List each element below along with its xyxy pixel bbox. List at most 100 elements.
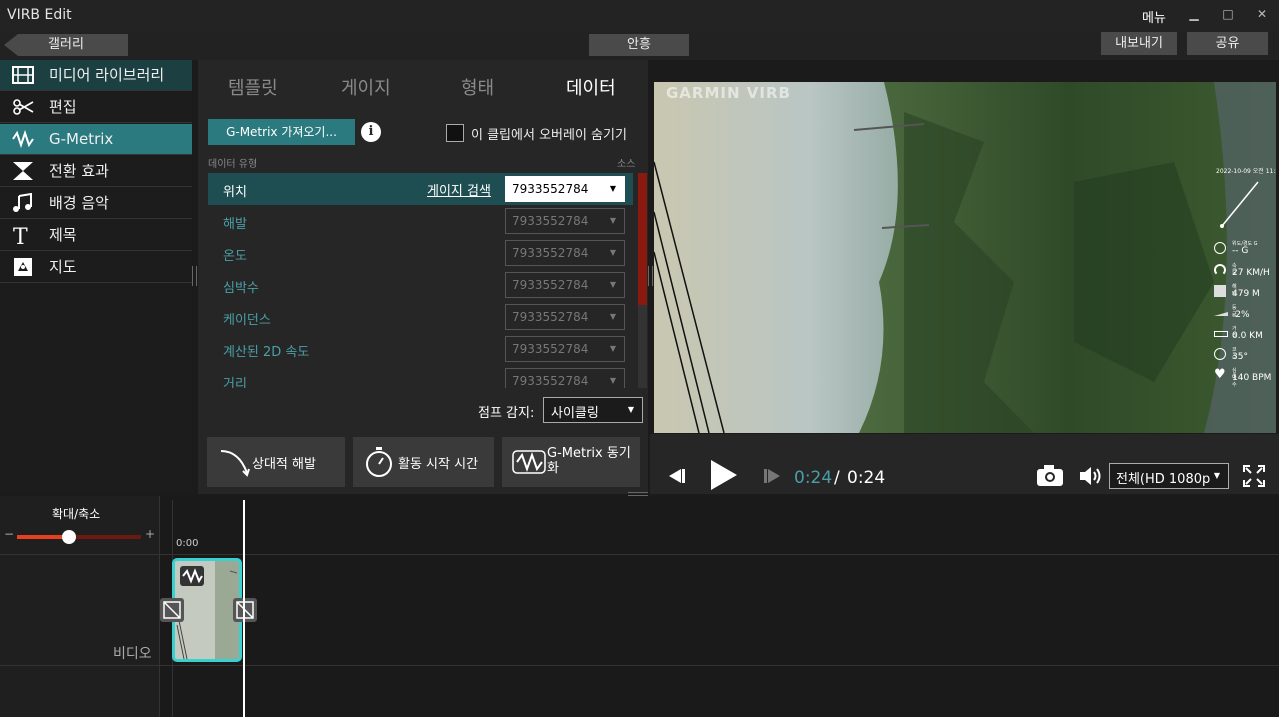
- list-item[interactable]: 케이던스 7933552784 ▼: [208, 301, 633, 333]
- source-dropdown[interactable]: 7933552784 ▼: [505, 176, 625, 202]
- scissors-icon: [11, 97, 35, 117]
- current-time: 0:24: [794, 468, 833, 488]
- menu-button[interactable]: 메뉴: [1142, 7, 1166, 26]
- sidebar-item-music[interactable]: 배경 음악: [0, 188, 192, 219]
- tab-templates[interactable]: 템플릿: [228, 74, 278, 100]
- sidebar-item-label: 지도: [49, 258, 77, 276]
- speedometer-icon: [1214, 264, 1226, 276]
- sidebar-item-edit[interactable]: 편집: [0, 92, 192, 123]
- time-marker: 0:00: [176, 538, 199, 549]
- list-item[interactable]: 온도 7933552784 ▼: [208, 237, 633, 269]
- jump-detect-label: 점프 감지:: [478, 406, 535, 421]
- sidebar-item-title[interactable]: T 제목: [0, 220, 192, 251]
- gmetrix-sync-button[interactable]: G-Metrix 동기 화: [502, 437, 640, 487]
- gmetrix-import-button[interactable]: G-Metrix 가져오기...: [208, 119, 355, 145]
- tab-gauges[interactable]: 게이지: [341, 74, 391, 100]
- source-dropdown[interactable]: 7933552784 ▼: [505, 272, 625, 298]
- data-type-name: 거리: [223, 377, 247, 388]
- clip-transition-out-icon[interactable]: [233, 598, 257, 622]
- slope-icon: [1214, 312, 1228, 316]
- list-scrollbar-thumb[interactable]: [638, 173, 647, 305]
- sidebar-splitter[interactable]: [192, 266, 197, 286]
- zoom-label: 확대/축소: [52, 507, 101, 521]
- chevron-down-icon: ▼: [627, 405, 634, 414]
- film-icon: [11, 65, 35, 85]
- hide-overlay-checkbox[interactable]: [446, 124, 464, 142]
- chevron-down-icon: ▼: [609, 280, 616, 289]
- data-type-list: 위치 7933552784 ▼ 해발 7933552784 ▼ 온도 7933552…: [208, 173, 633, 388]
- preview-splitter[interactable]: [648, 266, 653, 286]
- data-type-name: 심박수: [223, 281, 259, 296]
- svg-text:T: T: [13, 225, 28, 245]
- fullscreen-icon[interactable]: [1242, 464, 1266, 492]
- chevron-down-icon: ▼: [609, 184, 616, 193]
- source-dropdown[interactable]: 7933552784 ▼: [505, 368, 625, 388]
- source-dropdown[interactable]: 7933552784 ▼: [505, 240, 625, 266]
- data-type-header: 데이터 유형: [208, 159, 258, 170]
- clip-transition-in-icon[interactable]: [160, 598, 184, 622]
- quality-dropdown[interactable]: 전체(HD 1080p ▼: [1109, 463, 1229, 489]
- title-icon: T: [11, 225, 35, 250]
- share-button[interactable]: 공유: [1187, 32, 1268, 55]
- jump-detect-dropdown[interactable]: 사이클링 ▼: [543, 397, 643, 423]
- time-separator: /: [834, 468, 840, 488]
- chevron-down-icon: ▼: [609, 376, 616, 385]
- video-preview[interactable]: GARMIN VIRB 2022-10-09 오전 11:2 위도/경도 G -…: [654, 82, 1276, 433]
- list-item[interactable]: 계산된 2D 속도 7933552784 ▼: [208, 333, 633, 365]
- app-title: VIRB Edit: [7, 7, 72, 23]
- camera-icon[interactable]: [1036, 464, 1064, 492]
- list-item[interactable]: 해발 7933552784 ▼: [208, 205, 633, 237]
- data-type-name: 계산된 2D 속도: [223, 345, 310, 360]
- source-dropdown[interactable]: 7933552784 ▼: [505, 208, 625, 234]
- sidebar-item-gmetrix[interactable]: G-Metrix: [0, 124, 192, 155]
- zoom-slider[interactable]: [17, 530, 141, 544]
- chevron-down-icon: ▼: [609, 216, 616, 225]
- sidebar-item-transition[interactable]: 전환 효과: [0, 156, 192, 187]
- chevron-down-icon: ▼: [609, 344, 616, 353]
- map-icon: [11, 257, 35, 277]
- sidebar-item-map[interactable]: 지도: [0, 252, 192, 283]
- volume-icon[interactable]: [1078, 465, 1102, 491]
- zoom-slider-handle[interactable]: [62, 530, 77, 544]
- list-item[interactable]: 위치 7933552784 ▼: [208, 173, 633, 205]
- tab-data[interactable]: 데이터: [566, 74, 616, 100]
- export-button[interactable]: 내보내기: [1101, 32, 1177, 55]
- list-item[interactable]: 심박수 7933552784 ▼: [208, 269, 633, 301]
- minimize-icon[interactable]: ▁: [1186, 7, 1202, 23]
- data-type-name: 위치: [223, 185, 247, 200]
- play-icon[interactable]: [709, 458, 739, 496]
- transition-icon: [11, 161, 35, 181]
- step-back-icon[interactable]: [667, 466, 687, 490]
- info-icon[interactable]: i: [361, 122, 381, 142]
- heart-icon: ♥: [1214, 367, 1226, 382]
- maximize-icon[interactable]: □: [1220, 7, 1236, 23]
- track-divider: [0, 665, 1279, 666]
- hide-overlay-label: 이 클립에서 오버레이 숨기기: [471, 128, 627, 143]
- sidebar-item-label: 배경 음악: [49, 194, 109, 212]
- step-forward-icon[interactable]: [762, 466, 782, 490]
- activity-start-time-button[interactable]: 활동 시작 시간: [353, 437, 494, 487]
- sidebar: 미디어 라이브러리 편집 G-Metrix 전환 효과 배경 음악 T 제목 지…: [0, 60, 192, 494]
- track-label-video: 비디오: [113, 646, 152, 662]
- chevron-down-icon: ▼: [1213, 471, 1220, 480]
- tab-appearance[interactable]: 형태: [461, 74, 494, 100]
- sidebar-item-media-library[interactable]: 미디어 라이브러리: [0, 60, 192, 91]
- source-header: 소스: [617, 159, 636, 170]
- close-icon[interactable]: ✕: [1254, 7, 1270, 23]
- source-dropdown[interactable]: 7933552784 ▼: [505, 304, 625, 330]
- help-button[interactable]: 안흥: [589, 34, 689, 56]
- gmetrix-icon: [180, 566, 204, 586]
- gmetrix-icon: [11, 129, 35, 149]
- gallery-back-button[interactable]: 갤러리: [4, 34, 128, 56]
- zoom-out-icon[interactable]: −: [4, 527, 14, 541]
- chevron-down-icon: ▼: [609, 248, 616, 257]
- list-item[interactable]: 거리 7933552784 ▼: [208, 365, 633, 388]
- playhead[interactable]: [243, 500, 245, 717]
- source-dropdown[interactable]: 7933552784 ▼: [505, 336, 625, 362]
- relative-elevation-button[interactable]: 상대적 해발: [207, 437, 345, 487]
- zoom-in-icon[interactable]: +: [145, 527, 155, 541]
- video-frame: [654, 82, 1276, 433]
- sidebar-item-label: 편집: [49, 98, 77, 116]
- gauge-search-link[interactable]: 게이지 검색: [427, 180, 491, 199]
- elevation-curve-icon: [217, 445, 253, 479]
